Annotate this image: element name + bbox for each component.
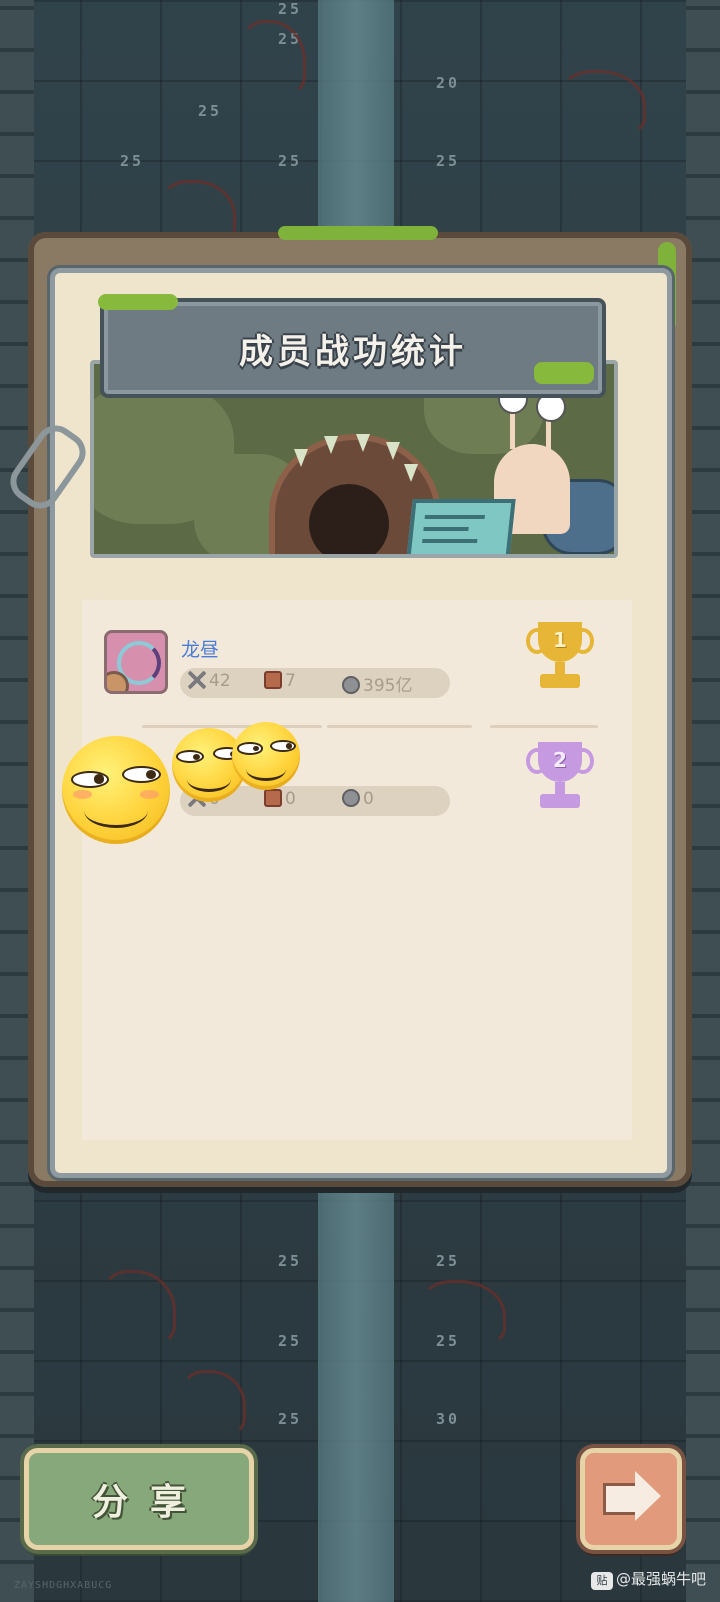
smirk-emoji-icon bbox=[62, 736, 170, 844]
bottom-code: ZAYSHDGHXABUCG bbox=[14, 1580, 113, 1591]
scroll-stat: 0 bbox=[264, 789, 296, 809]
gear-icon bbox=[342, 676, 360, 694]
silver-trophy-icon: 2 bbox=[526, 742, 594, 812]
smirk-emoji-icon bbox=[232, 722, 300, 790]
crack-decoration bbox=[560, 70, 646, 136]
divider bbox=[142, 725, 322, 728]
attack-stat: 42 bbox=[188, 671, 231, 691]
tooth bbox=[404, 464, 418, 482]
tooth bbox=[386, 442, 400, 460]
damage-value: 395亿 bbox=[363, 676, 413, 696]
tile-number: 25 bbox=[278, 1410, 303, 1428]
scroll-icon bbox=[264, 789, 282, 807]
divider bbox=[490, 725, 598, 728]
title-plate: 成员战功统计 bbox=[98, 294, 606, 398]
slime-decoration bbox=[98, 294, 178, 310]
tile-number: 25 bbox=[436, 1252, 461, 1270]
watermark-text: @最强蜗牛吧 bbox=[615, 1570, 706, 1588]
scroll-count: 0 bbox=[285, 789, 296, 809]
member-list: 龙昼 42 7 395亿 1 0 0 2 bbox=[82, 600, 632, 1140]
crack-decoration bbox=[420, 1280, 506, 1346]
share-label: 分享 bbox=[91, 1482, 208, 1523]
slime-drip bbox=[278, 226, 438, 240]
crack-decoration bbox=[180, 1370, 246, 1436]
avatar[interactable] bbox=[104, 630, 168, 694]
tile-number: 25 bbox=[120, 152, 145, 170]
arrow-right-icon-head bbox=[635, 1471, 661, 1521]
monster-throat bbox=[309, 484, 389, 554]
tooth bbox=[356, 434, 370, 452]
crossed-swords-icon bbox=[188, 671, 206, 689]
attack-count: 42 bbox=[209, 671, 231, 691]
tile-number: 25 bbox=[278, 1252, 303, 1270]
rank-number: 2 bbox=[553, 748, 567, 772]
gear-icon bbox=[342, 789, 360, 807]
tooth bbox=[324, 436, 338, 454]
tile-number: 30 bbox=[436, 1410, 461, 1428]
tile-number: 25 bbox=[436, 152, 461, 170]
share-button[interactable]: 分享 bbox=[24, 1448, 254, 1550]
tile-number: 25 bbox=[198, 102, 223, 120]
crack-decoration bbox=[100, 1270, 176, 1346]
damage-stat: 0 bbox=[342, 789, 374, 809]
damage-stat: 395亿 bbox=[342, 671, 412, 696]
member-name: 龙昼 bbox=[181, 639, 220, 661]
tablet-icon bbox=[405, 499, 516, 554]
tile-number: 20 bbox=[436, 74, 461, 92]
damage-value: 0 bbox=[363, 789, 374, 809]
member-stats: 42 7 395亿 bbox=[180, 668, 450, 698]
tieba-badge-icon: 贴 bbox=[590, 1572, 613, 1590]
watermark: 贴 @最强蜗牛吧 bbox=[590, 1568, 706, 1590]
tile-number: 25 bbox=[278, 1332, 303, 1350]
gold-trophy-icon: 1 bbox=[526, 622, 594, 692]
rank-number: 1 bbox=[553, 628, 567, 652]
member-row[interactable]: 龙昼 42 7 395亿 1 bbox=[82, 600, 632, 710]
page-title: 成员战功统计 bbox=[239, 332, 467, 372]
tooth bbox=[294, 449, 308, 467]
scroll-stat: 7 bbox=[264, 671, 296, 691]
tile-number: 25 bbox=[278, 0, 303, 18]
scroll-count: 7 bbox=[285, 671, 296, 691]
scroll-icon bbox=[264, 671, 282, 689]
next-button[interactable] bbox=[580, 1448, 682, 1550]
tile-number: 25 bbox=[278, 152, 303, 170]
divider bbox=[327, 725, 472, 728]
